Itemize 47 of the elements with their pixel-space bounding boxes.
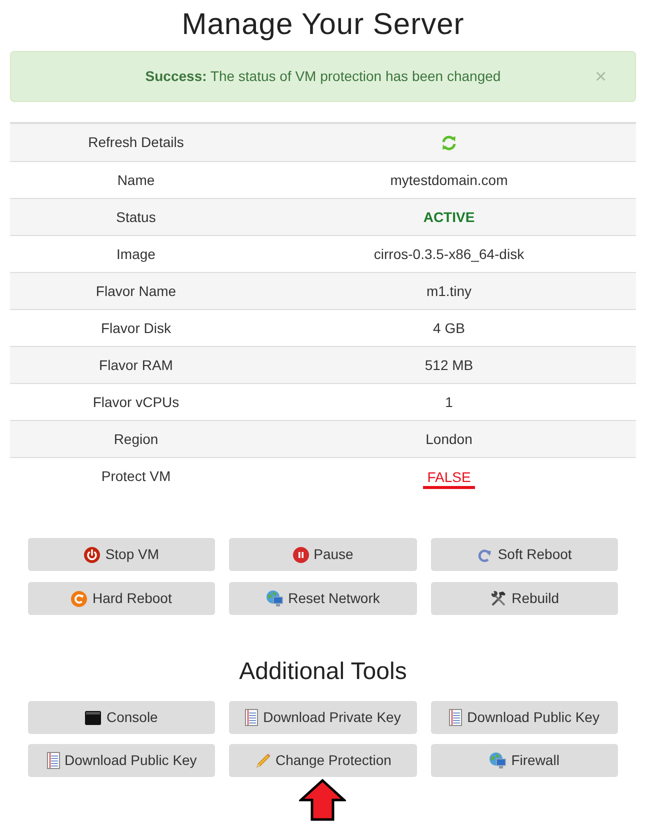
detail-label: Protect VM	[101, 466, 171, 486]
curved-arrow-icon	[476, 546, 493, 562]
pencil-icon	[254, 752, 270, 768]
globe-monitor-icon	[489, 752, 506, 769]
detail-label: Region	[114, 430, 158, 449]
notepad-icon	[46, 752, 60, 769]
detail-value: cirros-0.3.5-x86_64-disk	[374, 244, 524, 264]
pause-icon	[292, 546, 309, 562]
detail-label: Flavor RAM	[99, 356, 173, 374]
action-button[interactable]: Hard Reboot	[28, 582, 216, 615]
action-button[interactable]: Rebuild	[430, 582, 618, 615]
section-title: Additional Tools	[239, 657, 407, 687]
detail-value: 1	[445, 392, 453, 412]
action-button[interactable]: Change Protection	[229, 744, 417, 777]
page-title: Manage Your Server	[182, 7, 464, 43]
detail-label: Refresh Details	[88, 133, 184, 152]
terminal-icon	[85, 710, 102, 724]
detail-value: 4 GB	[433, 318, 465, 338]
detail-value: London	[426, 430, 472, 448]
detail-value: m1.tiny	[426, 282, 472, 301]
status-value: ACTIVE	[423, 208, 475, 226]
detail-label: Flavor Name	[96, 282, 176, 300]
detail-label: Image	[116, 244, 156, 264]
action-button[interactable]: Download Public Key	[28, 744, 216, 777]
detail-label: Name	[117, 170, 155, 190]
protection-value: FALSE	[423, 468, 475, 488]
alert-message: Success: The status of VM protection has been changed	[144, 67, 502, 86]
globe-monitor-icon	[266, 590, 284, 607]
detail-label: Flavor Disk	[100, 318, 171, 338]
restart-icon	[71, 590, 88, 606]
detail-label: Status	[116, 208, 156, 226]
action-button[interactable]: Console	[28, 701, 216, 734]
detail-label: Flavor vCPUs	[92, 392, 180, 412]
action-button[interactable]: Reset Network	[229, 582, 417, 615]
action-button[interactable]: Stop VM	[28, 538, 216, 571]
action-button[interactable]: Download Private Key	[229, 701, 417, 734]
action-button[interactable]: Soft Reboot	[430, 538, 618, 571]
notepad-icon	[449, 709, 462, 726]
detail-value: mytestdomain.com	[390, 170, 508, 190]
notepad-icon	[245, 709, 258, 726]
action-button[interactable]: Pause	[229, 538, 417, 571]
action-button[interactable]: Download Public Key	[430, 701, 618, 734]
hammer-wrench-icon	[490, 590, 507, 607]
action-button[interactable]: Firewall	[430, 744, 618, 777]
detail-value: 512 MB	[424, 356, 474, 374]
refresh-icon[interactable]	[441, 134, 457, 150]
power-icon	[84, 546, 100, 562]
